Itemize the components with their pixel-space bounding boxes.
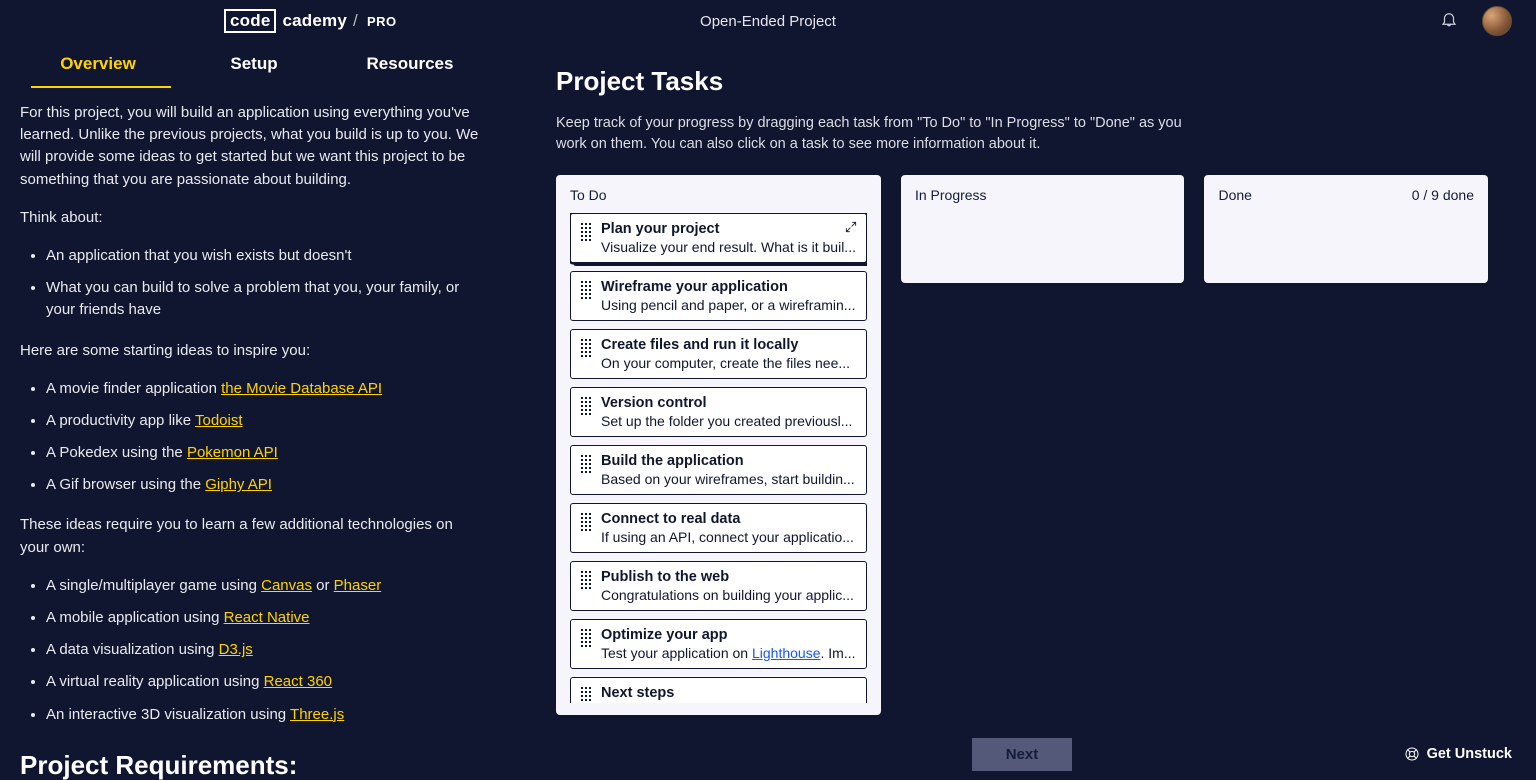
logo[interactable]: code cademy / PRO — [224, 9, 397, 33]
task-card[interactable]: Connect to real data If using an API, con… — [570, 503, 867, 553]
link-pokemon-api[interactable]: Pokemon API — [187, 444, 278, 461]
drag-handle-icon[interactable] — [581, 397, 591, 429]
lifebuoy-icon — [1404, 746, 1420, 762]
task-card[interactable]: Wireframe your application Using pencil a… — [570, 271, 867, 321]
task-card-desc: Test your application on Lighthouse. Im.… — [601, 645, 856, 661]
link-phaser[interactable]: Phaser — [334, 577, 382, 594]
drag-handle-icon[interactable] — [581, 687, 591, 703]
task-card[interactable]: Version control Set up the folder you cre… — [570, 387, 867, 437]
link-react-360[interactable]: React 360 — [264, 673, 332, 690]
task-card-desc: Visualize your end result. What is it bu… — [601, 239, 856, 255]
bell-icon[interactable] — [1440, 10, 1458, 32]
think-item: What you can build to solve a problem th… — [46, 277, 484, 321]
task-card-title: Publish to the web — [601, 569, 856, 585]
link-movie-db[interactable]: the Movie Database API — [221, 380, 382, 397]
task-card-title: Create files and run it locally — [601, 337, 856, 353]
tech-item: An interactive 3D visualization using Th… — [46, 704, 484, 726]
tasks-heading: Project Tasks — [556, 66, 1488, 97]
column-todo-label: To Do — [570, 187, 607, 203]
tab-overview[interactable]: Overview — [20, 54, 176, 76]
task-card-title: Version control — [601, 395, 856, 411]
page-title: Open-Ended Project — [700, 13, 836, 30]
tech-item: A mobile application using React Native — [46, 607, 484, 629]
additional-tech-label: These ideas require you to learn a few a… — [20, 514, 484, 558]
get-unstuck-button[interactable]: Get Unstuck — [1404, 746, 1512, 762]
logo-cademy: cademy — [282, 11, 347, 31]
task-card[interactable]: Publish to the web Congratulations on bui… — [570, 561, 867, 611]
tab-resources[interactable]: Resources — [332, 54, 488, 76]
tech-item: A data visualization using D3.js — [46, 639, 484, 661]
tech-item: A virtual reality application using Reac… — [46, 671, 484, 693]
link-d3[interactable]: D3.js — [219, 641, 253, 658]
column-in-progress[interactable]: In Progress — [901, 175, 1185, 283]
logo-slash: / — [353, 11, 358, 31]
task-card[interactable]: Build the application Based on your wiref… — [570, 445, 867, 495]
idea-item: A movie finder application the Movie Dat… — [46, 378, 484, 400]
task-card-desc: Based on your wireframes, start buildin.… — [601, 471, 856, 487]
task-card-title: Plan your project — [601, 221, 856, 237]
overview-panel[interactable]: For this project, you will build an appl… — [0, 98, 504, 780]
link-lighthouse[interactable]: Lighthouse — [752, 645, 821, 661]
task-card-title: Connect to real data — [601, 511, 856, 527]
task-card-title: Next steps — [601, 685, 856, 701]
tasks-subheading: Keep track of your progress by dragging … — [556, 113, 1196, 155]
drag-handle-icon[interactable] — [581, 223, 591, 255]
drag-handle-icon[interactable] — [581, 455, 591, 487]
task-card-desc: Using pencil and paper, or a wireframin.… — [601, 297, 856, 313]
overview-intro: For this project, you will build an appl… — [20, 102, 484, 191]
next-button[interactable]: Next — [972, 738, 1073, 771]
logo-code: code — [224, 9, 276, 33]
link-threejs[interactable]: Three.js — [290, 706, 344, 723]
think-about-label: Think about: — [20, 207, 484, 229]
task-card-title: Optimize your app — [601, 627, 856, 643]
expand-icon[interactable] — [844, 220, 858, 234]
task-card-desc: Set up the folder you created previousl.… — [601, 413, 856, 429]
column-done-label: Done — [1218, 187, 1251, 203]
idea-item: A Gif browser using the Giphy API — [46, 474, 484, 496]
requirements-heading: Project Requirements: — [20, 746, 484, 780]
kanban-board: To Do Plan your project Visualize your en… — [556, 175, 1488, 768]
task-card[interactable]: Plan your project Visualize your end resu… — [570, 213, 867, 263]
drag-handle-icon[interactable] — [581, 339, 591, 371]
tab-underline — [31, 86, 171, 88]
link-canvas[interactable]: Canvas — [261, 577, 312, 594]
task-card-title: Wireframe your application — [601, 279, 856, 295]
logo-pro: PRO — [367, 14, 397, 29]
think-item: An application that you wish exists but … — [46, 245, 484, 267]
drag-handle-icon[interactable] — [581, 513, 591, 545]
drag-handle-icon[interactable] — [581, 571, 591, 603]
link-react-native[interactable]: React Native — [224, 609, 310, 626]
column-done[interactable]: Done 0 / 9 done — [1204, 175, 1488, 283]
drag-handle-icon[interactable] — [581, 629, 591, 661]
tab-setup[interactable]: Setup — [176, 54, 332, 76]
task-card[interactable]: Next stepsGo back to the project require… — [570, 677, 867, 703]
link-todoist[interactable]: Todoist — [195, 412, 243, 429]
get-unstuck-label: Get Unstuck — [1427, 746, 1512, 762]
column-in-progress-label: In Progress — [915, 187, 987, 203]
tech-item: A single/multiplayer game using Canvas o… — [46, 575, 484, 597]
task-card[interactable]: Create files and run it locally On your c… — [570, 329, 867, 379]
task-card-title: Build the application — [601, 453, 856, 469]
task-card-desc: On your computer, create the files nee..… — [601, 355, 856, 371]
link-giphy-api[interactable]: Giphy API — [205, 476, 272, 493]
task-card-desc: Congratulations on building your applic.… — [601, 587, 856, 603]
idea-item: A productivity app like Todoist — [46, 410, 484, 432]
drag-handle-icon[interactable] — [581, 281, 591, 313]
column-todo[interactable]: To Do Plan your project Visualize your en… — [556, 175, 881, 715]
starting-ideas-label: Here are some starting ideas to inspire … — [20, 340, 484, 362]
idea-item: A Pokedex using the Pokemon API — [46, 442, 484, 464]
task-card-desc: If using an API, connect your applicatio… — [601, 529, 856, 545]
done-count: 0 / 9 done — [1412, 187, 1474, 203]
task-card[interactable]: Optimize your app Test your application o… — [570, 619, 867, 669]
avatar[interactable] — [1482, 6, 1512, 36]
